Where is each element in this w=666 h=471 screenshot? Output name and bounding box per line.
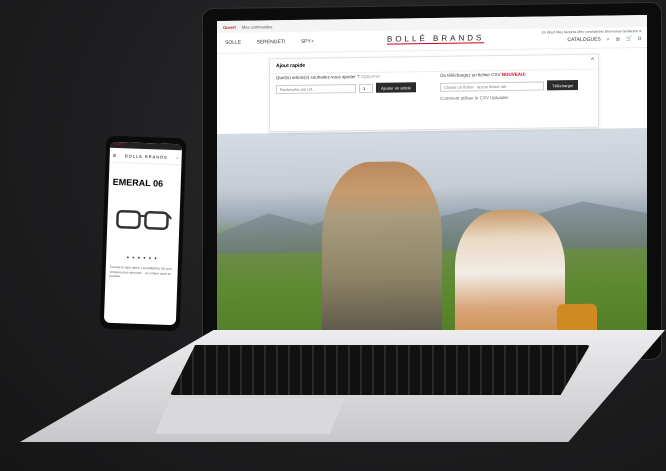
laptop-lid: Ouvert Mes commandes SOLLE SERENGETI SPY… bbox=[203, 2, 661, 366]
new-badge: NOUVEAU! bbox=[501, 71, 526, 78]
trackpad bbox=[155, 398, 345, 434]
person-woman bbox=[455, 209, 565, 351]
nav-item-bolle[interactable]: SOLLE bbox=[225, 40, 241, 46]
cart-count: 0 bbox=[638, 36, 641, 43]
keyboard bbox=[170, 345, 590, 395]
nav-item-serengeti[interactable]: SERENGETI bbox=[257, 39, 286, 45]
quick-order-panel: Ajout rapide Quel(s) article(s) souhaite… bbox=[269, 53, 599, 133]
product-title: EMERAL 06 bbox=[112, 176, 164, 189]
phone-screen: Ouvert ☰ BOLLÉ BRANDS ⌕ EMERAL 06 ● ● ● … bbox=[103, 141, 183, 326]
glasses-icon[interactable]: ◎ bbox=[616, 36, 620, 42]
nav-links: SOLLE SERENGETI SPY+ bbox=[225, 38, 328, 46]
file-input[interactable] bbox=[440, 80, 544, 92]
add-item-button[interactable]: Ajouter un article bbox=[376, 82, 417, 93]
csv-help-link[interactable]: Comment utiliser le CSV Uploader bbox=[440, 94, 578, 101]
search-input[interactable] bbox=[276, 83, 356, 94]
collapse-icon[interactable]: ^ bbox=[591, 58, 594, 64]
phone: Ouvert ☰ BOLLÉ BRANDS ⌕ EMERAL 06 ● ● ● … bbox=[99, 135, 187, 332]
catalogues-link[interactable]: CATALOGUES bbox=[567, 37, 600, 43]
quick-order-right: Ou téléchargez un fichier CSV NOUVEAU! T… bbox=[440, 71, 579, 101]
laptop-screen: Ouvert Mes commandes SOLLE SERENGETI SPY… bbox=[217, 14, 647, 358]
upload-button[interactable]: Télécharger bbox=[547, 79, 579, 91]
quick-order-left: Quel(s) article(s) souhaitez-vous ajoute… bbox=[276, 73, 417, 94]
person-man bbox=[322, 160, 442, 353]
quick-order-label: Quel(s) article(s) souhaitez-vous ajoute… bbox=[276, 74, 360, 81]
topbar-tag: Ouvert bbox=[223, 24, 236, 30]
glasses-product-image bbox=[116, 209, 173, 230]
quick-order-hint: Optionnel bbox=[360, 73, 381, 79]
account-links[interactable]: En direct Mes factures Mes commandes Bie… bbox=[542, 29, 641, 34]
menu-icon[interactable]: ☰ bbox=[113, 152, 117, 157]
nav-right: CATALOGUES ⌕ ◎ 🛒 0 bbox=[567, 36, 641, 43]
nav-item-spy[interactable]: SPY+ bbox=[301, 39, 314, 45]
phone-nav: ☰ BOLLÉ BRANDS ⌕ bbox=[109, 147, 182, 166]
product-description: Il existe le type miroir. Les EMERAL 06 … bbox=[109, 264, 172, 279]
csv-label: Ou téléchargez un fichier CSV bbox=[440, 72, 501, 78]
topbar-link[interactable]: Mes commandes bbox=[242, 24, 272, 29]
phone-brand[interactable]: BOLLÉ BRANDS bbox=[125, 153, 168, 159]
quantity-stepper[interactable] bbox=[359, 83, 373, 93]
hero-image bbox=[217, 127, 647, 358]
search-icon[interactable]: ⌕ bbox=[607, 37, 610, 43]
brand-logo[interactable]: BOLLÉ BRANDS bbox=[387, 33, 485, 45]
cart-icon[interactable]: 🛒 bbox=[626, 36, 632, 42]
image-pager[interactable]: ● ● ● ● ● ● bbox=[106, 254, 178, 262]
phone-cart-icon[interactable]: ⌕ bbox=[176, 155, 178, 160]
